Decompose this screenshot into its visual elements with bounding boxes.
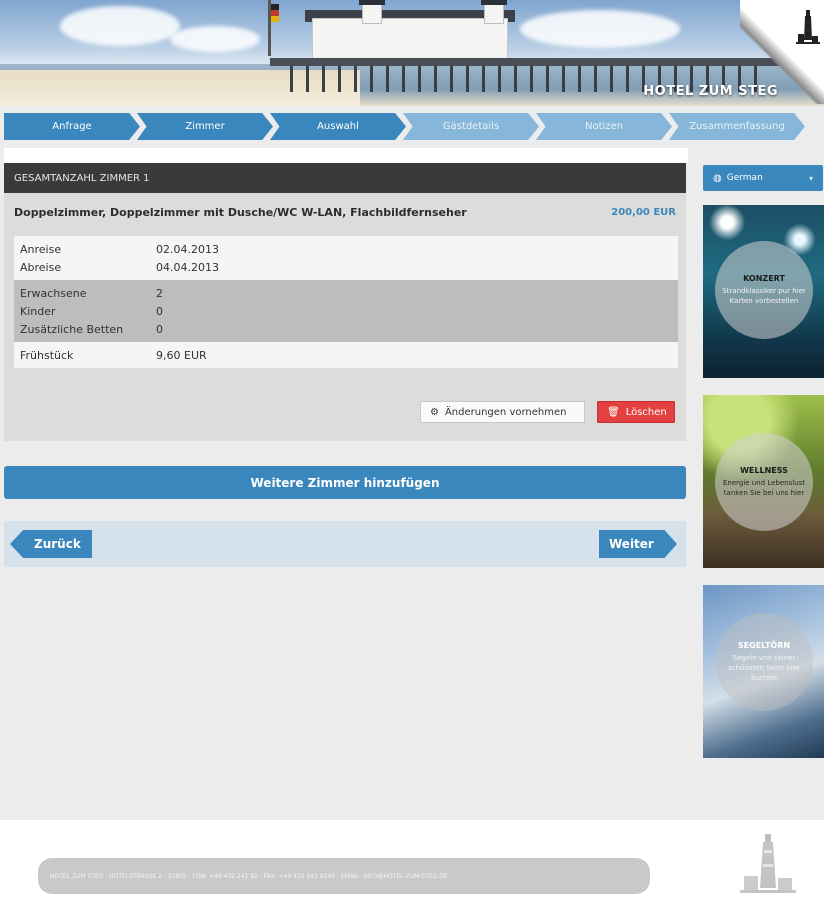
back-button[interactable]: Zurück: [10, 530, 92, 558]
children-value: 0: [156, 304, 163, 318]
header-banner: HOTEL ZUM STEG: [0, 0, 824, 106]
trash-icon: 🗑: [607, 406, 620, 418]
delete-button[interactable]: 🗑 Löschen: [597, 401, 675, 423]
arrival-label: Anreise: [20, 242, 62, 256]
departure-row: Abreise 04.04.2013: [14, 258, 678, 276]
booking-steps: Anfrage Zimmer Auswahl Gästdetails Notiz…: [4, 113, 824, 140]
promo-title: KONZERT: [743, 274, 785, 283]
adults-value: 2: [156, 286, 163, 300]
add-room-button[interactable]: Weitere Zimmer hinzufügen: [4, 466, 686, 499]
panel-spacer: [4, 148, 688, 163]
adults-row: Erwachsene 2: [14, 284, 678, 302]
promo-wellness[interactable]: WELLNESS Energie und Lebenslust tanken S…: [703, 395, 824, 568]
flag-icon: [268, 0, 279, 56]
pavilion-tower: [481, 0, 507, 24]
pavilion-tower: [359, 0, 385, 24]
promo-badge: KONZERT Strandklassiker pur hier Karten …: [715, 241, 813, 339]
language-value: German: [726, 173, 763, 183]
change-button[interactable]: ⚙ Änderungen vornehmen: [420, 401, 585, 423]
step-label: Zusammenfassung: [689, 121, 785, 132]
globe-icon: ◍: [713, 172, 722, 184]
language-select[interactable]: ◍ German ▾: [703, 165, 823, 191]
extra-beds-label: Zusätzliche Betten: [20, 322, 124, 336]
room-card: Doppelzimmer, Doppelzimmer mit Dusche/WC…: [4, 193, 686, 441]
room-title: Doppelzimmer, Doppelzimmer mit Dusche/WC…: [14, 206, 467, 219]
departure-label: Abreise: [20, 260, 62, 274]
chevron-down-icon: ▾: [808, 173, 813, 183]
pier-pavilion: [312, 18, 508, 60]
promo-badge: SEGELTÖRN Segeln von seiner schönsten Se…: [715, 613, 813, 711]
step-label: Anfrage: [52, 121, 92, 132]
step-navigation: Zurück Weiter: [4, 521, 686, 567]
departure-value: 04.04.2013: [156, 260, 219, 274]
breakfast-row: Frühstück 9,60 EUR: [14, 346, 678, 364]
extra-beds-value: 0: [156, 322, 163, 336]
room-count-header: GESAMTANZAHL ZIMMER 1: [4, 163, 686, 193]
breakfast-value: 9,60 EUR: [156, 348, 207, 362]
banner-cloud: [520, 10, 680, 48]
delete-button-label: Löschen: [625, 406, 667, 418]
step-zimmer[interactable]: Zimmer: [137, 113, 273, 140]
pier-deck: [270, 58, 790, 66]
promo-text: Segeln von seiner schönsten Seite hier b…: [728, 654, 800, 682]
hotel-name: HOTEL ZUM STEG: [643, 84, 778, 99]
promo-sailing[interactable]: SEGELTÖRN Segeln von seiner schönsten Se…: [703, 585, 824, 758]
footer: HOTEL ZUM STEG · HOTELSTRASSE 2 · 32805 …: [0, 820, 824, 909]
breakfast-group: Frühstück 9,60 EUR: [14, 342, 678, 368]
promo-concert[interactable]: KONZERT Strandklassiker pur hier Karten …: [703, 205, 824, 378]
dates-group: Anreise 02.04.2013 Abreise 04.04.2013: [14, 236, 678, 280]
footer-contact: HOTEL ZUM STEG · HOTELSTRASSE 2 · 32805 …: [38, 858, 650, 894]
extra-beds-row: Zusätzliche Betten 0: [14, 320, 678, 338]
arrival-row: Anreise 02.04.2013: [14, 240, 678, 258]
step-label: Auswahl: [317, 121, 359, 132]
promo-title: SEGELTÖRN: [737, 641, 791, 650]
step-auswahl[interactable]: Auswahl: [270, 113, 406, 140]
step-label: Notizen: [584, 121, 624, 132]
banner-cloud: [60, 6, 180, 46]
adults-label: Erwachsene: [20, 286, 87, 300]
next-button[interactable]: Weiter: [599, 530, 677, 558]
breakfast-label: Frühstück: [20, 348, 74, 362]
step-label: Gästdetails: [442, 121, 500, 132]
step-notizen[interactable]: Notizen: [536, 113, 672, 140]
step-anfrage[interactable]: Anfrage: [4, 113, 140, 140]
lighthouse-logo-icon: [740, 834, 796, 893]
change-button-label: Änderungen vornehmen: [444, 406, 567, 418]
room-details: Anreise 02.04.2013 Abreise 04.04.2013 Er…: [14, 236, 678, 368]
arrival-value: 02.04.2013: [156, 242, 219, 256]
step-gastdetails[interactable]: Gästdetails: [403, 113, 539, 140]
gears-icon: ⚙: [430, 406, 439, 418]
banner-cloud: [170, 26, 260, 52]
children-row: Kinder 0: [14, 302, 678, 320]
children-label: Kinder: [20, 304, 56, 318]
step-label: Zimmer: [185, 121, 225, 132]
lighthouse-logo-icon: [796, 10, 820, 44]
guests-group: Erwachsene 2 Kinder 0 Zusätzliche Betten…: [14, 280, 678, 342]
room-price: 200,00 EUR: [611, 207, 676, 218]
promo-badge: WELLNESS Energie und Lebenslust tanken S…: [715, 433, 813, 531]
promo-text: Energie und Lebenslust tanken Sie bei un…: [722, 479, 806, 497]
promo-text: Strandklassiker pur hier Karten vorbeste…: [722, 287, 806, 305]
promo-title: WELLNESS: [740, 466, 788, 475]
step-zusammenfassung[interactable]: Zusammenfassung: [669, 113, 805, 140]
